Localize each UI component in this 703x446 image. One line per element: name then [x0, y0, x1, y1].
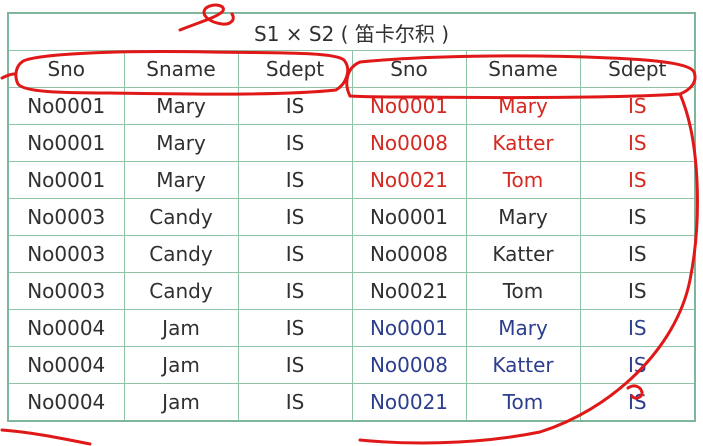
cell-s1-sdept: IS: [237, 87, 353, 125]
header-s1-sdept: Sdept: [237, 50, 353, 88]
cell-s1-sdept: IS: [237, 272, 353, 310]
header-s1-sno: Sno: [7, 50, 125, 88]
header-s2-sno: Sno: [351, 50, 467, 88]
cell-s2-sno: No0001: [351, 198, 467, 236]
cell-s1-sno: No0004: [7, 383, 125, 422]
cell-s2-sno: No0021: [351, 161, 467, 199]
header-s1-sname: Sname: [123, 50, 239, 88]
table-row: No0004 Jam IS No0001 Mary IS: [7, 309, 696, 347]
table-body: No0001 Mary IS No0001 Mary IS No0001 Mary IS No00…: [7, 87, 696, 422]
cell-s2-sname: Mary: [465, 87, 581, 125]
cell-s1-sno: No0001: [7, 124, 125, 162]
cell-s2-sdept: IS: [579, 383, 696, 422]
table-row: No0004 Jam IS No0021 Tom IS: [7, 383, 696, 422]
cell-s1-sdept: IS: [237, 124, 353, 162]
table-row: No0003 Candy IS No0021 Tom IS: [7, 272, 696, 310]
slide-canvas: S1 × S2 ( 笛卡尔积 ) Sno Sname Sdept Sno Sna…: [0, 0, 703, 446]
cell-s2-sname: Tom: [465, 272, 581, 310]
cell-s1-sno: No0001: [7, 161, 125, 199]
cell-s2-sname: Mary: [465, 309, 581, 347]
cell-s2-sdept: IS: [579, 161, 696, 199]
cell-s1-sname: Candy: [123, 235, 239, 273]
cell-s1-sname: Jam: [123, 383, 239, 422]
table-row: No0004 Jam IS No0008 Katter IS: [7, 346, 696, 384]
cell-s2-sno: No0021: [351, 272, 467, 310]
cell-s2-sno: No0008: [351, 124, 467, 162]
table-row: No0001 Mary IS No0001 Mary IS: [7, 87, 696, 125]
cell-s1-sno: No0004: [7, 346, 125, 384]
header-row: Sno Sname Sdept Sno Sname Sdept: [7, 50, 696, 88]
cell-s1-sno: No0003: [7, 198, 125, 236]
cell-s2-sno: No0021: [351, 383, 467, 422]
cell-s1-sname: Candy: [123, 198, 239, 236]
cell-s2-sno: No0008: [351, 235, 467, 273]
cell-s2-sname: Tom: [465, 161, 581, 199]
cell-s2-sname: Tom: [465, 383, 581, 422]
cell-s2-sno: No0008: [351, 346, 467, 384]
cell-s2-sname: Katter: [465, 346, 581, 384]
table-row: No0001 Mary IS No0008 Katter IS: [7, 124, 696, 162]
cell-s2-sno: No0001: [351, 87, 467, 125]
cell-s1-sdept: IS: [237, 161, 353, 199]
cell-s1-sdept: IS: [237, 235, 353, 273]
cell-s2-sdept: IS: [579, 346, 696, 384]
cell-s1-sname: Candy: [123, 272, 239, 310]
cell-s2-sname: Katter: [465, 124, 581, 162]
table-caption: S1 × S2 ( 笛卡尔积 ): [7, 12, 696, 51]
cell-s1-sno: No0003: [7, 272, 125, 310]
cell-s1-sname: Jam: [123, 346, 239, 384]
table-row: No0001 Mary IS No0021 Tom IS: [7, 161, 696, 199]
cell-s2-sdept: IS: [579, 235, 696, 273]
cell-s1-sdept: IS: [237, 346, 353, 384]
cell-s1-sdept: IS: [237, 309, 353, 347]
cell-s2-sdept: IS: [579, 198, 696, 236]
caption-row: S1 × S2 ( 笛卡尔积 ): [7, 12, 696, 51]
cell-s2-sno: No0001: [351, 309, 467, 347]
cell-s1-sdept: IS: [237, 383, 353, 422]
cell-s1-sno: No0001: [7, 87, 125, 125]
cell-s1-sname: Mary: [123, 87, 239, 125]
cell-s2-sname: Katter: [465, 235, 581, 273]
header-s2-sdept: Sdept: [579, 50, 696, 88]
cell-s1-sname: Jam: [123, 309, 239, 347]
table-row: No0003 Candy IS No0008 Katter IS: [7, 235, 696, 273]
cell-s2-sdept: IS: [579, 124, 696, 162]
cell-s1-sdept: IS: [237, 198, 353, 236]
cell-s1-sno: No0004: [7, 309, 125, 347]
cell-s2-sdept: IS: [579, 87, 696, 125]
cell-s2-sdept: IS: [579, 309, 696, 347]
cell-s1-sname: Mary: [123, 161, 239, 199]
cell-s2-sname: Mary: [465, 198, 581, 236]
annotation-bottom-left-scribble: [0, 428, 92, 446]
header-s2-sname: Sname: [465, 50, 581, 88]
cell-s1-sno: No0003: [7, 235, 125, 273]
table-row: No0003 Candy IS No0001 Mary IS: [7, 198, 696, 236]
cell-s1-sname: Mary: [123, 124, 239, 162]
cartesian-product-table: S1 × S2 ( 笛卡尔积 ) Sno Sname Sdept Sno Sna…: [7, 12, 697, 422]
cell-s2-sdept: IS: [579, 272, 696, 310]
